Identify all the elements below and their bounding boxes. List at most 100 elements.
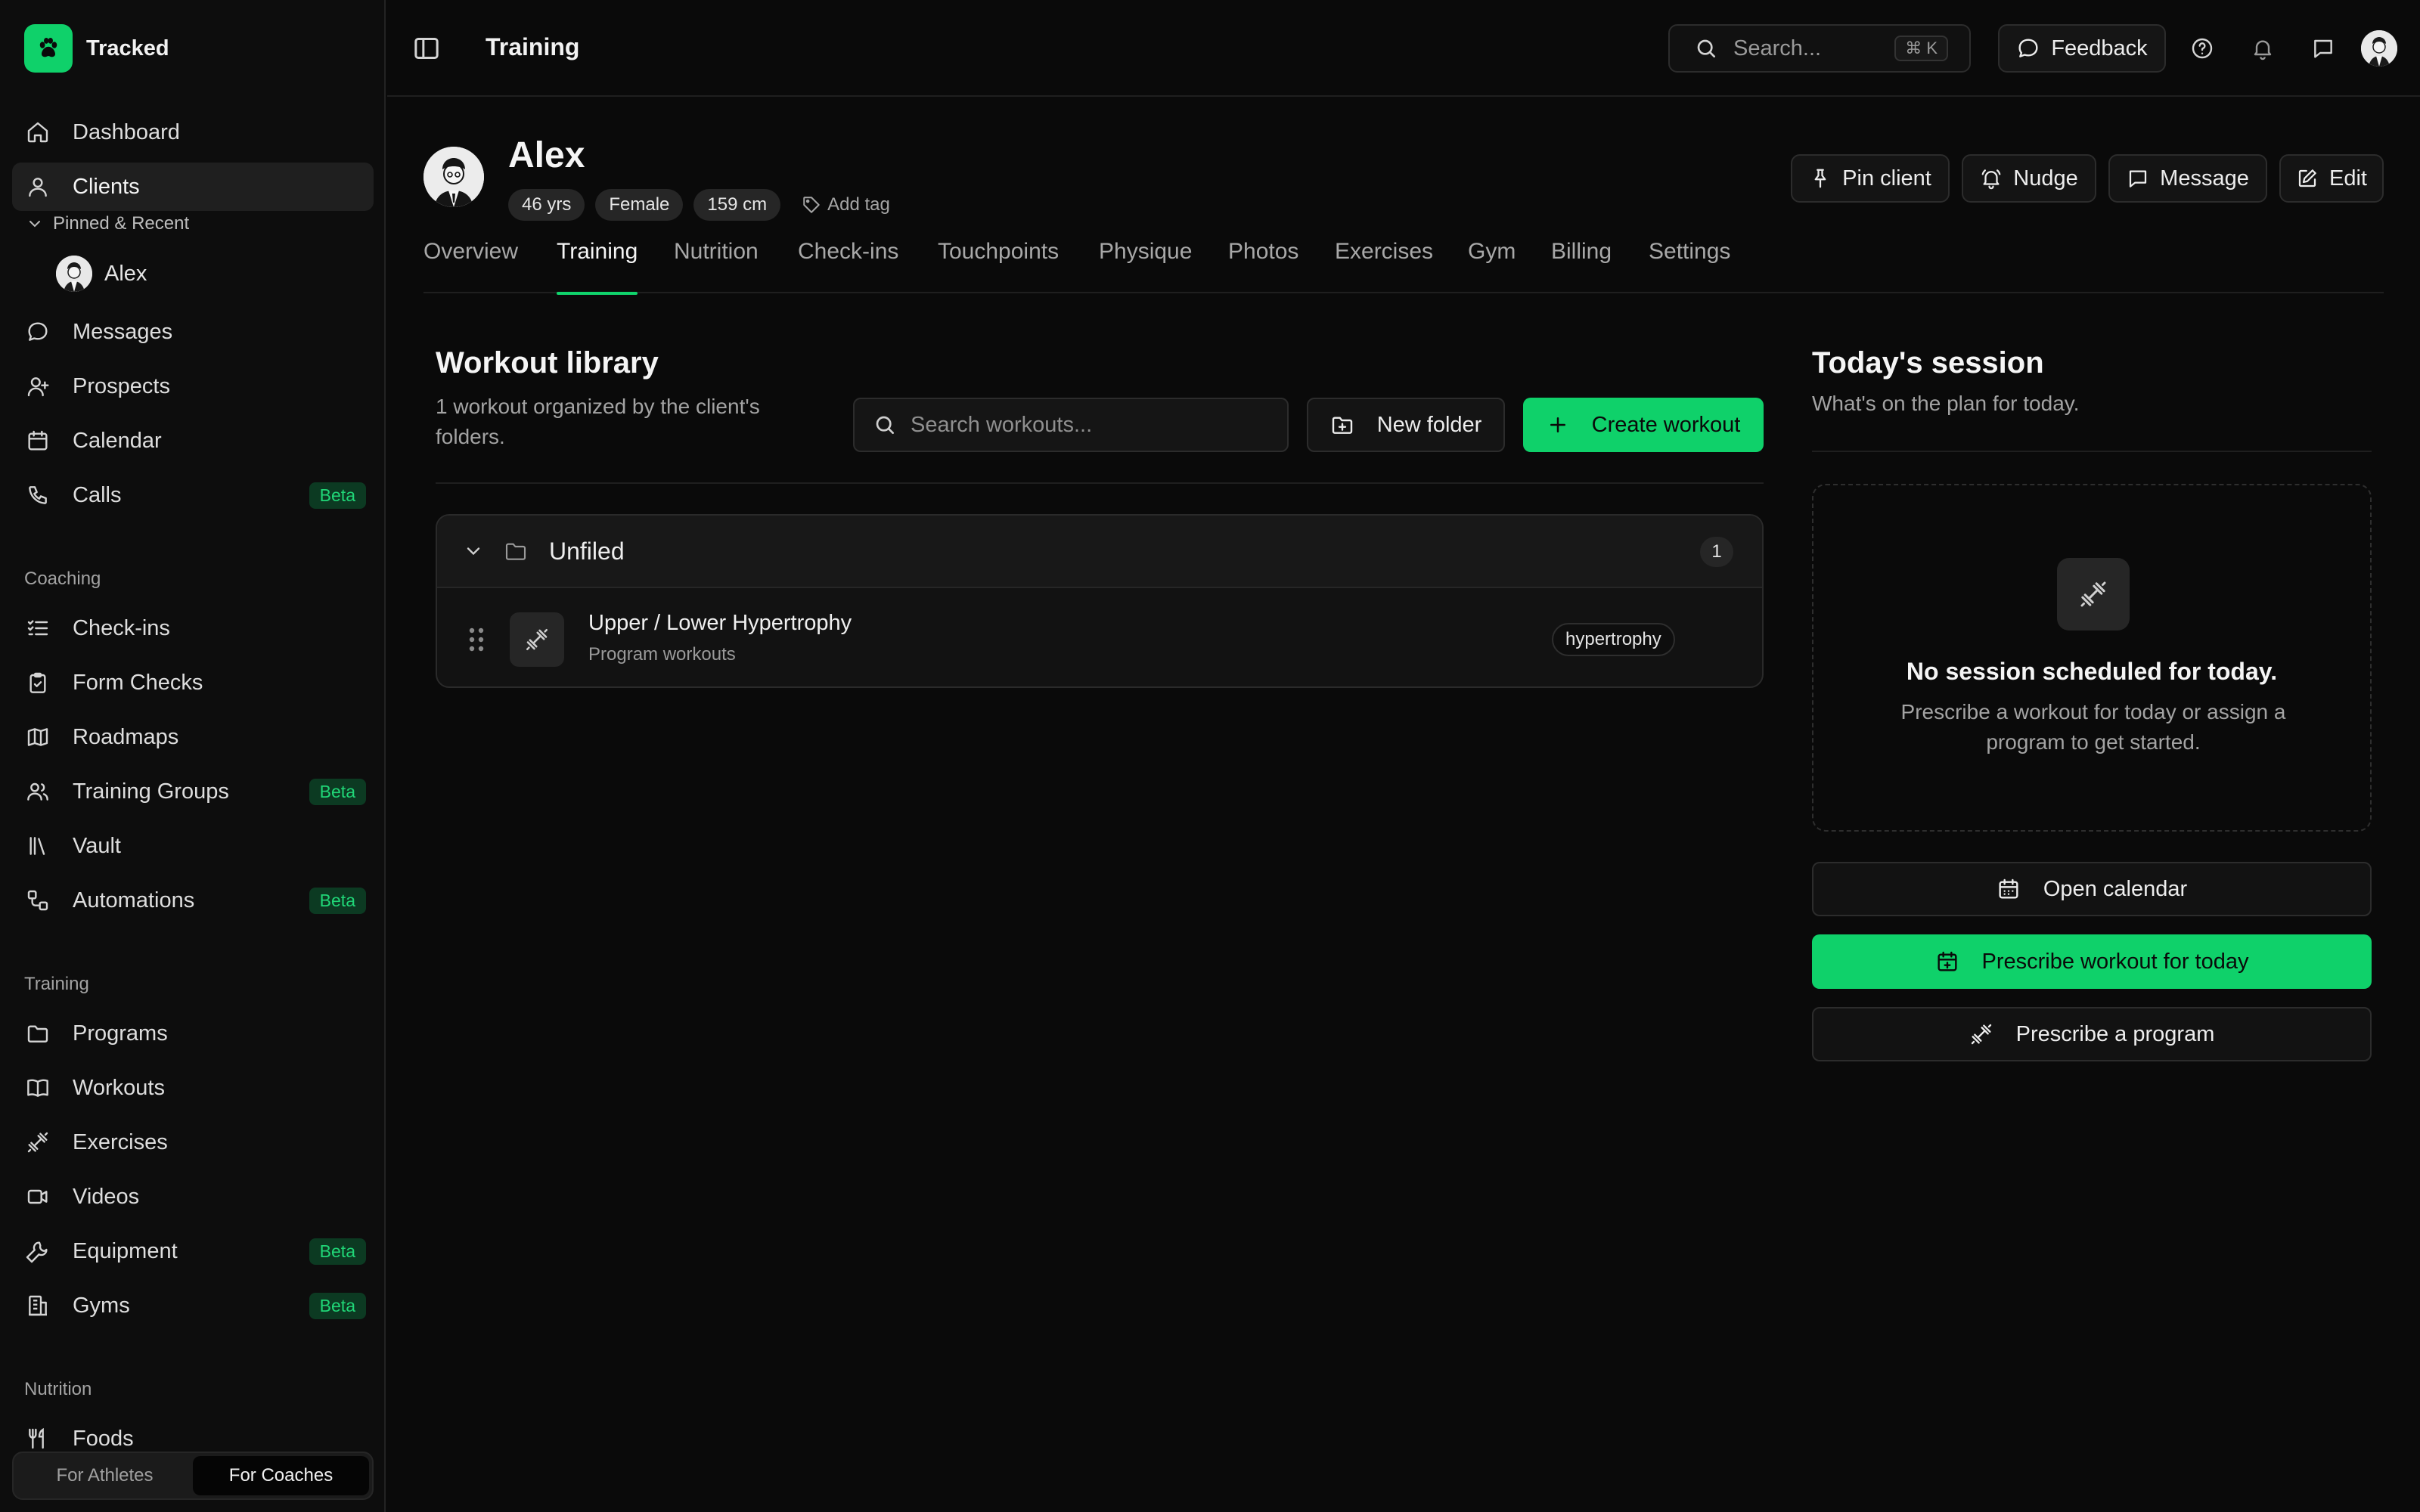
dumbbell-icon	[510, 612, 564, 667]
pin-client-button[interactable]: Pin client	[1791, 154, 1950, 203]
prescribe-workout-button[interactable]: Prescribe workout for today	[1812, 934, 2372, 989]
inbox-button[interactable]	[2308, 33, 2338, 64]
user-icon	[24, 173, 51, 200]
sidebar-item-label: Exercises	[73, 1129, 168, 1154]
sidebar-item-label: Form Checks	[73, 670, 203, 695]
message-button[interactable]: Message	[2108, 154, 2267, 203]
folder-header[interactable]: Unfiled 1	[437, 516, 1762, 588]
chat-square-icon	[2314, 39, 2332, 58]
client-attributes: 46 yrs Female 159 cm Add tag	[508, 189, 890, 221]
search-placeholder: Search...	[1733, 36, 1822, 60]
workout-subtitle: Program workouts	[588, 644, 736, 665]
beta-badge: Beta	[309, 1292, 366, 1319]
drag-handle-icon[interactable]	[467, 626, 486, 653]
sidebar-item-gyms[interactable]: Gyms Beta	[12, 1281, 374, 1330]
client-avatar	[424, 147, 484, 207]
chevron-down-icon	[29, 221, 40, 228]
folder-plus-icon	[1332, 417, 1352, 434]
create-workout-button[interactable]: Create workout	[1523, 398, 1764, 452]
workout-search-input[interactable]: Search workouts...	[853, 398, 1289, 452]
sidebar-item-messages[interactable]: Messages	[12, 308, 374, 356]
tab-overview[interactable]: Overview	[424, 239, 518, 293]
sidebar-item-videos[interactable]: Videos	[12, 1173, 374, 1221]
message-icon	[24, 318, 51, 345]
tab-nutrition[interactable]: Nutrition	[674, 239, 759, 293]
message-circle-icon	[2018, 39, 2038, 57]
sex-chip: Female	[595, 189, 684, 221]
new-folder-button[interactable]: New folder	[1307, 398, 1505, 452]
nudge-button[interactable]: Nudge	[1962, 154, 2096, 203]
sidebar-item-equipment[interactable]: Equipment Beta	[12, 1227, 374, 1275]
global-search-input[interactable]: Search... ⌘ K	[1668, 24, 1971, 73]
sidebar-item-dashboard[interactable]: Dashboard	[12, 108, 374, 156]
folder-name: Unfiled	[549, 537, 625, 565]
sidebar-item-label: Workouts	[73, 1075, 165, 1100]
audience-mode-switch: For Athletes For Coaches	[12, 1452, 374, 1500]
folder-icon	[505, 543, 526, 560]
tab-check-ins[interactable]: Check-ins	[798, 239, 898, 293]
sidebar-item-label: Dashboard	[73, 119, 180, 144]
sidebar-item-calls[interactable]: Calls Beta	[12, 471, 374, 519]
beta-badge: Beta	[309, 887, 366, 914]
add-tag-button[interactable]: Add tag	[802, 194, 890, 215]
edit-client-button[interactable]: Edit	[2279, 154, 2384, 203]
notifications-button[interactable]	[2248, 33, 2278, 64]
for-coaches-toggle[interactable]: For Coaches	[193, 1456, 369, 1495]
tab-exercises[interactable]: Exercises	[1335, 239, 1433, 293]
tab-touchpoints[interactable]: Touchpoints	[938, 239, 1059, 293]
user-avatar[interactable]	[2361, 30, 2397, 67]
workout-library-title: Workout library	[436, 346, 659, 380]
building-icon	[24, 1292, 51, 1319]
chevron-down-icon[interactable]	[463, 541, 484, 562]
sidebar-item-label: Vault	[73, 833, 121, 858]
prescribe-program-label: Prescribe a program	[2015, 1021, 2215, 1046]
sidebar-item-check-ins[interactable]: Check-ins	[12, 604, 374, 652]
sidebar-item-prospects[interactable]: Prospects	[12, 362, 374, 411]
user-plus-icon	[24, 373, 51, 400]
open-calendar-button[interactable]: Open calendar	[1812, 862, 2372, 916]
divider	[436, 482, 1764, 484]
dumbbell-icon	[1971, 1024, 1991, 1045]
sidebar-item-training-groups[interactable]: Training Groups Beta	[12, 767, 374, 816]
home-icon	[24, 119, 51, 146]
beta-badge: Beta	[309, 778, 366, 805]
keyboard-shortcut-badge: ⌘ K	[1894, 36, 1948, 61]
sidebar-toggle-button[interactable]	[411, 33, 442, 64]
bell-icon	[2254, 40, 2272, 60]
sidebar-item-calendar[interactable]: Calendar	[12, 417, 374, 465]
help-button[interactable]	[2187, 33, 2217, 64]
tab-photos[interactable]: Photos	[1228, 239, 1298, 293]
for-athletes-toggle[interactable]: For Athletes	[17, 1456, 193, 1495]
workout-row[interactable]: Upper / Lower Hypertrophy Program workou…	[437, 590, 1762, 686]
topbar: Training Search... ⌘ K Feedback	[387, 0, 2420, 97]
brand[interactable]: Tracked	[24, 24, 169, 73]
tab-training[interactable]: Training	[557, 239, 638, 295]
sidebar-item-label: Roadmaps	[73, 724, 179, 749]
sidebar-item-label: Foods	[73, 1426, 134, 1451]
sidebar-item-vault[interactable]: Vault	[12, 822, 374, 870]
open-calendar-label: Open calendar	[2043, 876, 2188, 901]
empty-state-title: No session scheduled for today.	[1906, 658, 2278, 685]
pinned-client-alex[interactable]: Alex	[56, 256, 147, 292]
pinned-recent-toggle[interactable]: Pinned & Recent	[26, 213, 189, 234]
sidebar-item-roadmaps[interactable]: Roadmaps	[12, 713, 374, 761]
sidebar-item-workouts[interactable]: Workouts	[12, 1064, 374, 1112]
tab-billing[interactable]: Billing	[1551, 239, 1612, 293]
tab-settings[interactable]: Settings	[1649, 239, 1730, 293]
clipboard-check-icon	[24, 669, 51, 696]
age-chip: 46 yrs	[508, 189, 585, 221]
feedback-button[interactable]: Feedback	[1998, 24, 2166, 73]
wrench-icon	[24, 1238, 51, 1265]
sidebar-item-label: Prospects	[73, 373, 170, 398]
tab-physique[interactable]: Physique	[1099, 239, 1192, 293]
sidebar-item-programs[interactable]: Programs	[12, 1009, 374, 1058]
edit-icon	[2298, 169, 2316, 187]
beta-badge: Beta	[309, 482, 366, 509]
sidebar-item-exercises[interactable]: Exercises	[12, 1118, 374, 1167]
sidebar-item-automations[interactable]: Automations Beta	[12, 876, 374, 925]
sidebar-item-form-checks[interactable]: Form Checks	[12, 658, 374, 707]
sidebar-item-clients[interactable]: Clients	[12, 163, 374, 211]
prescribe-program-button[interactable]: Prescribe a program	[1812, 1007, 2372, 1061]
tab-gym[interactable]: Gym	[1468, 239, 1516, 293]
video-icon	[24, 1183, 51, 1210]
